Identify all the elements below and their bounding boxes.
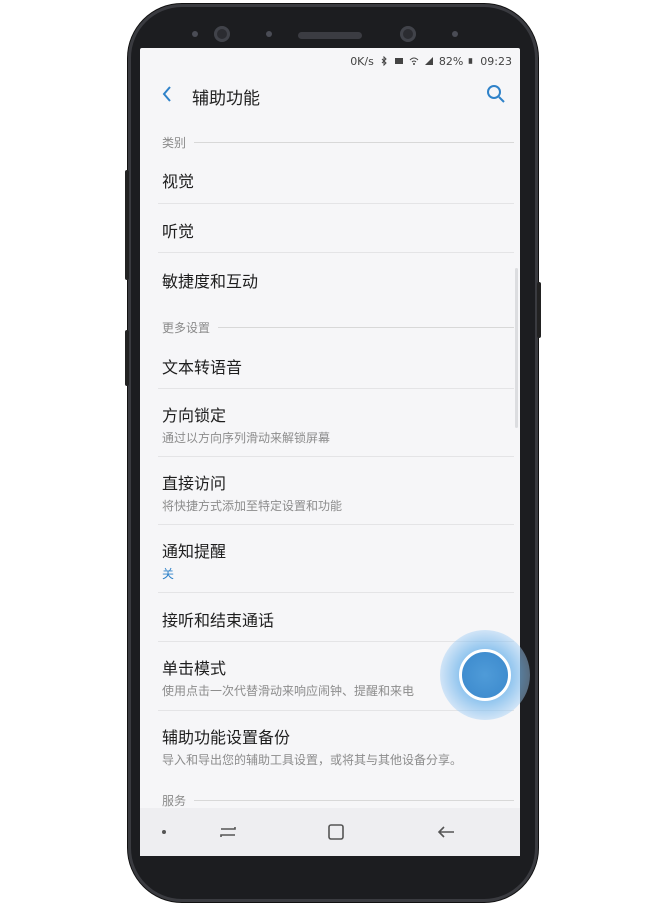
list-item-vision[interactable]: 视觉 <box>140 168 520 208</box>
back-chevron-icon[interactable] <box>156 82 180 106</box>
nfc-icon <box>394 58 403 64</box>
battery-percent: 82% <box>438 54 464 68</box>
nav-dot-icon[interactable] <box>162 830 166 834</box>
page-title: 辅助功能 <box>192 89 260 109</box>
signal-icon <box>424 57 433 65</box>
section-header-more-settings: 更多设置 <box>162 317 514 337</box>
divider <box>158 456 514 457</box>
screen: 0K/s 82% 09:23 辅助功能 类别 视觉 听觉 敏捷度和互动 更多设置… <box>140 48 520 856</box>
scrollbar[interactable] <box>515 268 518 428</box>
recents-icon[interactable] <box>216 820 240 844</box>
divider <box>158 252 514 253</box>
list-item-accessibility-backup[interactable]: 辅助功能设置备份 导入和导出您的辅助工具设置，或将其与其他设备分享。 <box>140 724 520 780</box>
volume-button <box>125 170 129 280</box>
list-item-notification-reminder[interactable]: 通知提醒 关 <box>140 538 520 594</box>
section-header-category: 类别 <box>162 132 514 152</box>
divider <box>158 388 514 389</box>
sensor-icon <box>192 31 198 37</box>
home-icon[interactable] <box>324 820 348 844</box>
front-camera-icon <box>214 26 230 42</box>
touch-indicator-icon <box>459 649 511 701</box>
clock: 09:23 <box>480 54 512 68</box>
divider <box>158 203 514 204</box>
network-speed: 0K/s <box>350 54 374 68</box>
earpiece-speaker <box>298 32 362 39</box>
status-value: 关 <box>162 567 175 581</box>
arrow-left-icon[interactable] <box>434 820 458 844</box>
search-icon[interactable] <box>484 82 508 106</box>
list-item-dexterity[interactable]: 敏捷度和互动 <box>140 268 520 308</box>
battery-icon <box>468 58 473 64</box>
divider <box>158 524 514 525</box>
power-button <box>537 282 541 338</box>
divider <box>158 592 514 593</box>
iris-camera-icon <box>400 26 416 42</box>
bluetooth-icon <box>381 56 387 66</box>
section-header-services: 服务 <box>162 790 514 810</box>
list-item-direct-access[interactable]: 直接访问 将快捷方式添加至特定设置和功能 <box>140 470 520 526</box>
wifi-icon <box>409 57 419 65</box>
status-bar: 0K/s 82% 09:23 <box>140 48 520 74</box>
bixby-button <box>125 330 129 386</box>
app-bar: 辅助功能 <box>140 74 520 118</box>
sensor-icon <box>266 31 272 37</box>
list-item-direction-lock[interactable]: 方向锁定 通过以方向序列滑动来解锁屏幕 <box>140 402 520 458</box>
sensor-icon <box>452 31 458 37</box>
navigation-bar <box>140 808 520 856</box>
